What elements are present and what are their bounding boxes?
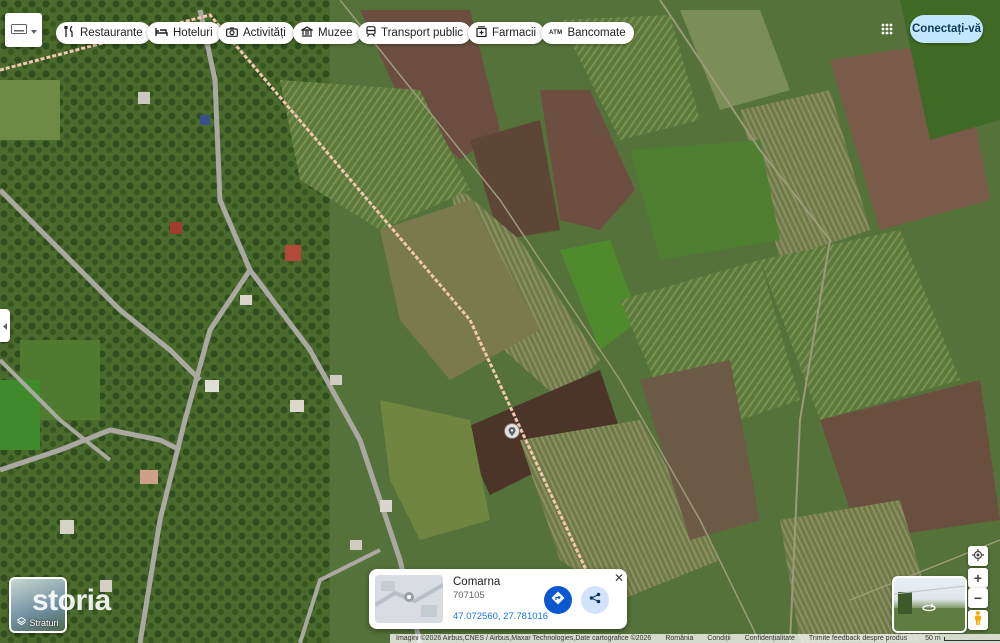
zoom-out-button[interactable]: −	[968, 588, 988, 608]
chip-atms[interactable]: ATM Bancomate	[541, 22, 634, 44]
chip-public-transport[interactable]: Transport public	[358, 22, 472, 44]
my-location-button[interactable]	[968, 546, 988, 566]
side-panel-toggle[interactable]	[0, 309, 10, 342]
imagery-attribution: Imagini ©2026 Airbus,CNES / Airbus,Maxar…	[396, 635, 652, 642]
location-pin-icon[interactable]	[504, 423, 520, 439]
street-view-thumbnail[interactable]	[892, 576, 967, 633]
fork-knife-icon	[64, 25, 75, 40]
scale-label: 50 m	[925, 635, 941, 642]
apps-grid-icon	[881, 22, 893, 40]
satellite-map[interactable]	[0, 0, 1000, 643]
share-icon	[589, 591, 601, 609]
map-footer: Imagini ©2026 Airbus,CNES / Airbus,Maxar…	[390, 634, 1000, 643]
chip-hotels[interactable]: Hoteluri	[147, 22, 221, 44]
chip-restaurants[interactable]: Restaurante	[56, 22, 151, 44]
bed-icon	[155, 27, 168, 40]
keyboard-icon	[10, 21, 27, 39]
chip-label: Hoteluri	[173, 27, 213, 39]
chip-label: Bancomate	[567, 27, 626, 39]
directions-button[interactable]	[544, 586, 572, 614]
zoom-in-button[interactable]: +	[968, 568, 988, 588]
chip-label: Activități	[243, 27, 286, 39]
scale-bar-line	[943, 636, 1000, 641]
chip-label: Transport public	[381, 27, 464, 39]
close-icon[interactable]: ✕	[612, 571, 626, 585]
chip-label: Restaurante	[80, 27, 143, 39]
museum-icon	[299, 26, 315, 40]
place-thumbnail[interactable]	[375, 575, 443, 623]
chip-activities[interactable]: Activități	[218, 22, 294, 44]
atm-icon: ATM	[549, 30, 563, 36]
chip-label: Farmacii	[492, 27, 537, 39]
place-card[interactable]: Comarna 707105 47.072560, 27.781016 ✕	[369, 569, 627, 629]
feedback-link[interactable]: Trimite feedback despre produs	[809, 635, 907, 642]
train-icon	[366, 26, 376, 40]
chip-museums[interactable]: Muzee	[293, 22, 361, 44]
pegman-icon	[974, 610, 982, 630]
chip-pharmacies[interactable]: Farmacii	[468, 22, 545, 44]
keyboard-button[interactable]	[5, 13, 42, 47]
share-button[interactable]	[581, 586, 609, 614]
scale-bar[interactable]: 50 m	[925, 635, 1000, 642]
terms-link[interactable]: Condiții	[707, 635, 730, 642]
pharmacy-icon	[476, 26, 487, 40]
chip-label: Muzee	[318, 27, 353, 39]
privacy-link[interactable]: Confidențialitate	[745, 635, 795, 642]
place-title: Comarna	[453, 576, 501, 588]
country-label: România	[665, 635, 694, 642]
place-postal-code: 707105	[453, 590, 485, 601]
my-location-icon	[972, 548, 984, 564]
chevron-down-icon	[30, 21, 37, 39]
place-coordinates[interactable]: 47.072560, 27.781016	[453, 611, 548, 622]
chevron-left-icon	[2, 317, 8, 335]
layers-icon	[17, 616, 27, 628]
360-rotate-icon	[922, 600, 936, 618]
sign-in-button[interactable]: Conectați-vă	[910, 15, 983, 43]
directions-icon	[551, 591, 565, 610]
apps-grid-button[interactable]	[876, 20, 898, 42]
storia-watermark: storia	[32, 584, 111, 617]
layers-label: Straturi	[29, 617, 59, 628]
pegman-button[interactable]	[968, 610, 988, 630]
camera-icon	[226, 27, 238, 40]
